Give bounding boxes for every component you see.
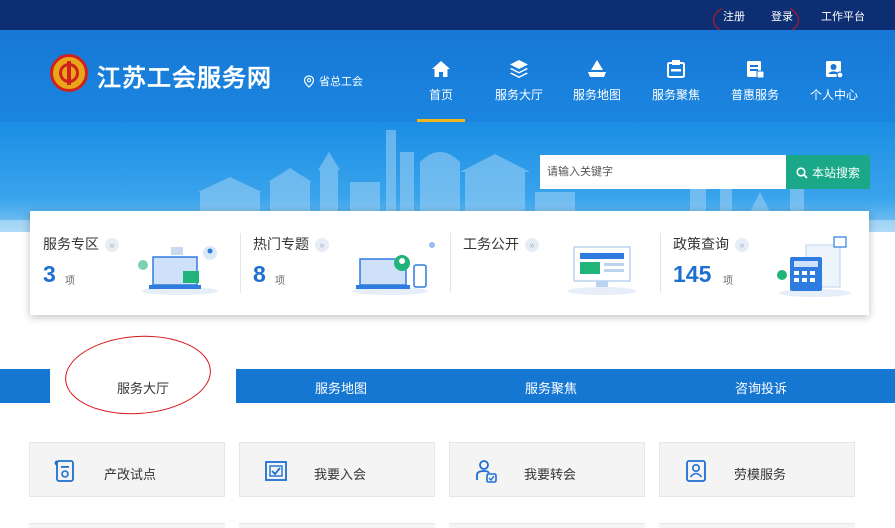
search-button-label: 本站搜索: [811, 165, 860, 180]
register-link[interactable]: 注册: [723, 8, 745, 24]
service-model-worker[interactable]: 劳模服务: [659, 442, 855, 497]
card-service-zone[interactable]: 服务专区 » 3 项: [30, 211, 240, 315]
service-industry-reform-label: 产改试点: [104, 467, 157, 482]
service-industry-reform[interactable]: 产改试点: [29, 442, 225, 497]
card-policy-query-count: 145: [673, 261, 712, 287]
top-utility-bar: 注册 登录 工作平台: [0, 0, 895, 30]
region-label: 省总工会: [319, 76, 363, 88]
card-service-zone-count: 3: [43, 261, 56, 287]
more-chevron-icon: »: [315, 238, 329, 252]
site-title[interactable]: 江苏工会服务网: [97, 58, 272, 93]
nav-service-focus-label: 服务聚焦: [651, 88, 700, 102]
nav-service-map[interactable]: 服务地图: [558, 54, 636, 122]
card-hot-topics[interactable]: 热门专题 » 8 项: [240, 211, 450, 315]
card-policy-query-title: 政策查询: [673, 236, 729, 252]
nav-home[interactable]: 首页: [402, 54, 480, 122]
service-row-partial: [29, 523, 225, 528]
overview-panel: 服务专区 » 3 项 热门专题 » 8 项 工务公开 » 政策查询 » 145 项: [30, 211, 869, 315]
benefit-icon: [747, 61, 765, 79]
layers-icon: [510, 60, 528, 78]
card-service-zone-title: 服务专区: [43, 236, 99, 252]
region-selector[interactable]: 省总工会: [303, 73, 363, 89]
service-transfer-union[interactable]: 我要转会: [449, 442, 645, 497]
tab-consult-complaint[interactable]: 咨询投诉: [656, 369, 866, 403]
service-join-union-label: 我要入会: [314, 467, 367, 482]
devices-user-icon: [352, 242, 435, 295]
more-chevron-icon: »: [735, 238, 749, 252]
nav-home-label: 首页: [428, 88, 453, 102]
tab-service-focus[interactable]: 服务聚焦: [446, 369, 656, 403]
transfer-user-icon: [476, 460, 497, 483]
calculator-document-icon: [777, 236, 851, 297]
card-service-zone-unit: 项: [65, 276, 75, 287]
service-transfer-union-label: 我要转会: [524, 467, 577, 482]
card-hot-topics-unit: 项: [275, 276, 285, 287]
search-button[interactable]: 本站搜索: [786, 155, 870, 189]
tab-service-hall[interactable]: 服务大厅: [50, 364, 236, 410]
search-icon: [796, 166, 808, 179]
monitor-report-icon: [568, 246, 636, 295]
nav-benefit-services-label: 普惠服务: [730, 88, 779, 102]
person-icon: [826, 61, 844, 79]
card-policy-query[interactable]: 政策查询 » 145 项: [660, 211, 870, 315]
login-link[interactable]: 登录: [771, 8, 793, 24]
card-hot-topics-count: 8: [253, 261, 266, 287]
nav-service-hall[interactable]: 服务大厅: [480, 54, 558, 122]
map-icon: [588, 60, 606, 77]
service-join-union[interactable]: 我要入会: [239, 442, 435, 497]
checklist-icon: [265, 461, 287, 481]
more-chevron-icon: »: [105, 238, 119, 252]
home-icon: [432, 61, 450, 77]
service-row-partial: [239, 523, 435, 528]
nav-benefit-services[interactable]: 普惠服务: [716, 54, 794, 122]
union-logo[interactable]: [50, 54, 88, 92]
service-row-partial: [659, 523, 855, 528]
nav-personal-center-label: 个人中心: [809, 88, 858, 102]
card-affairs-public-title: 工务公开: [463, 236, 519, 252]
search-input[interactable]: [540, 155, 786, 189]
nav-service-hall-label: 服务大厅: [494, 88, 543, 102]
focus-icon: [667, 60, 685, 78]
laptop-message-icon: [138, 246, 218, 295]
nav-service-focus[interactable]: 服务聚焦: [637, 54, 715, 122]
certificate-icon: [54, 460, 74, 482]
service-row-partial: [449, 523, 645, 528]
card-policy-query-unit: 项: [723, 276, 733, 287]
nav-service-map-label: 服务地图: [572, 88, 621, 102]
nav-personal-center[interactable]: 个人中心: [795, 54, 873, 122]
location-pin-icon: [303, 75, 315, 88]
tab-service-map[interactable]: 服务地图: [236, 369, 446, 403]
more-chevron-icon: »: [525, 238, 539, 252]
card-hot-topics-title: 热门专题: [253, 236, 309, 252]
card-affairs-public[interactable]: 工务公开 »: [450, 211, 660, 315]
badge-person-icon: [686, 460, 706, 482]
workbench-link[interactable]: 工作平台: [821, 8, 865, 24]
site-header: 江苏工会服务网 省总工会 首页 服务大厅 服务地图 服务聚焦 普惠服务 个人中心: [0, 30, 895, 122]
service-model-worker-label: 劳模服务: [734, 467, 787, 482]
